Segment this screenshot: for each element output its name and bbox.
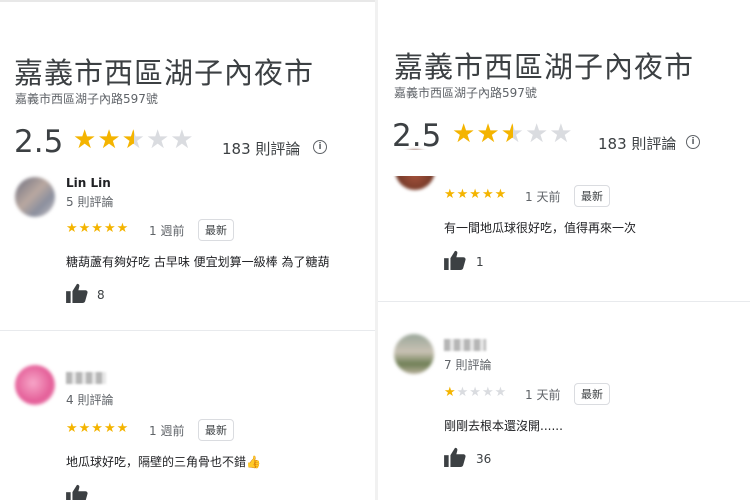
rating-stars: ★★★★★ [73, 125, 195, 155]
star-icon: ★ [97, 125, 122, 155]
top-divider [0, 0, 375, 2]
avatar[interactable] [15, 177, 55, 217]
review-time: 1 天前 [525, 388, 561, 402]
review-count[interactable]: 183 則評論 [222, 138, 300, 159]
review-text: 有一間地瓜球很好吃，值得再來一次 [444, 221, 637, 235]
reviewer-meta: 7 則評論 [444, 358, 492, 372]
review-stars: ★★★★★ [66, 221, 130, 236]
like-count: 1 [476, 255, 484, 269]
star-icon: ★ [73, 125, 98, 155]
like-count: 36 [476, 452, 492, 466]
thumbs-up-icon[interactable] [444, 447, 466, 467]
reviewer-name-blurred[interactable] [444, 339, 486, 351]
rating-stars: ★★★★★ [452, 119, 574, 149]
info-icon[interactable]: i [686, 135, 700, 149]
rating-value: 2.5 [392, 118, 442, 154]
new-badge: 最新 [574, 383, 610, 405]
star-icon: ★ [476, 119, 501, 149]
place-title: 嘉義市西區湖子內夜市 [394, 50, 695, 84]
place-address[interactable]: 嘉義市西區湖子內路597號 [15, 90, 158, 107]
left-panel: 嘉義市西區湖子內夜市 嘉義市西區湖子內路597號 2.5 ★★★★★ 183 則… [0, 0, 375, 500]
review-time: 1 週前 [149, 424, 185, 438]
thumbs-up-icon[interactable] [66, 484, 88, 500]
rating-value: 2.5 [14, 124, 64, 160]
right-panel: 嘉義市西區湖子內夜市 嘉義市西區湖子內路597號 2.5 ★★★★★ 183 則… [378, 0, 750, 500]
review-time: 1 週前 [149, 224, 185, 238]
review-divider [378, 301, 750, 302]
review-text: 糖葫蘆有夠好吃 古早味 便宜划算一級棒 為了糖葫 [66, 255, 330, 269]
info-icon[interactable]: i [313, 140, 327, 154]
thumbs-up-icon[interactable] [444, 250, 466, 270]
place-address[interactable]: 嘉義市西區湖子內路597號 [394, 84, 537, 101]
avatar[interactable] [394, 334, 434, 374]
scroll-mask [378, 150, 750, 176]
reviewer-name[interactable]: Lin Lin [66, 176, 111, 190]
new-badge: 最新 [198, 219, 234, 241]
like-count: 8 [97, 288, 105, 302]
review-divider [0, 330, 375, 331]
new-badge: 最新 [198, 419, 234, 441]
review-stars: ★★★★★ [66, 421, 130, 436]
star-half-icon: ★ [500, 119, 525, 149]
star-empty-icon: ★ [524, 119, 550, 149]
avatar[interactable] [15, 365, 55, 405]
new-badge: 最新 [574, 185, 610, 207]
thumbs-up-icon[interactable] [66, 283, 88, 303]
star-empty-icon: ★ [549, 119, 574, 149]
star-icon: ★ [452, 119, 477, 149]
review-time: 1 天前 [525, 190, 561, 204]
reviewer-name-blurred[interactable] [66, 372, 106, 384]
reviewer-meta: 5 則評論 [66, 195, 114, 209]
review-stars: ★★★★★ [444, 187, 508, 202]
star-half-icon: ★ [121, 125, 146, 155]
reviewer-meta: 4 則評論 [66, 393, 114, 407]
review-stars: ★★★★★ [444, 385, 508, 400]
review-text: 剛剛去根本還沒開...... [444, 419, 563, 433]
star-empty-icon: ★ [145, 125, 171, 155]
place-title: 嘉義市西區湖子內夜市 [14, 56, 315, 90]
review-text: 地瓜球好吃，隔壁的三角骨也不錯👍 [66, 455, 261, 469]
star-empty-icon: ★ [170, 125, 195, 155]
